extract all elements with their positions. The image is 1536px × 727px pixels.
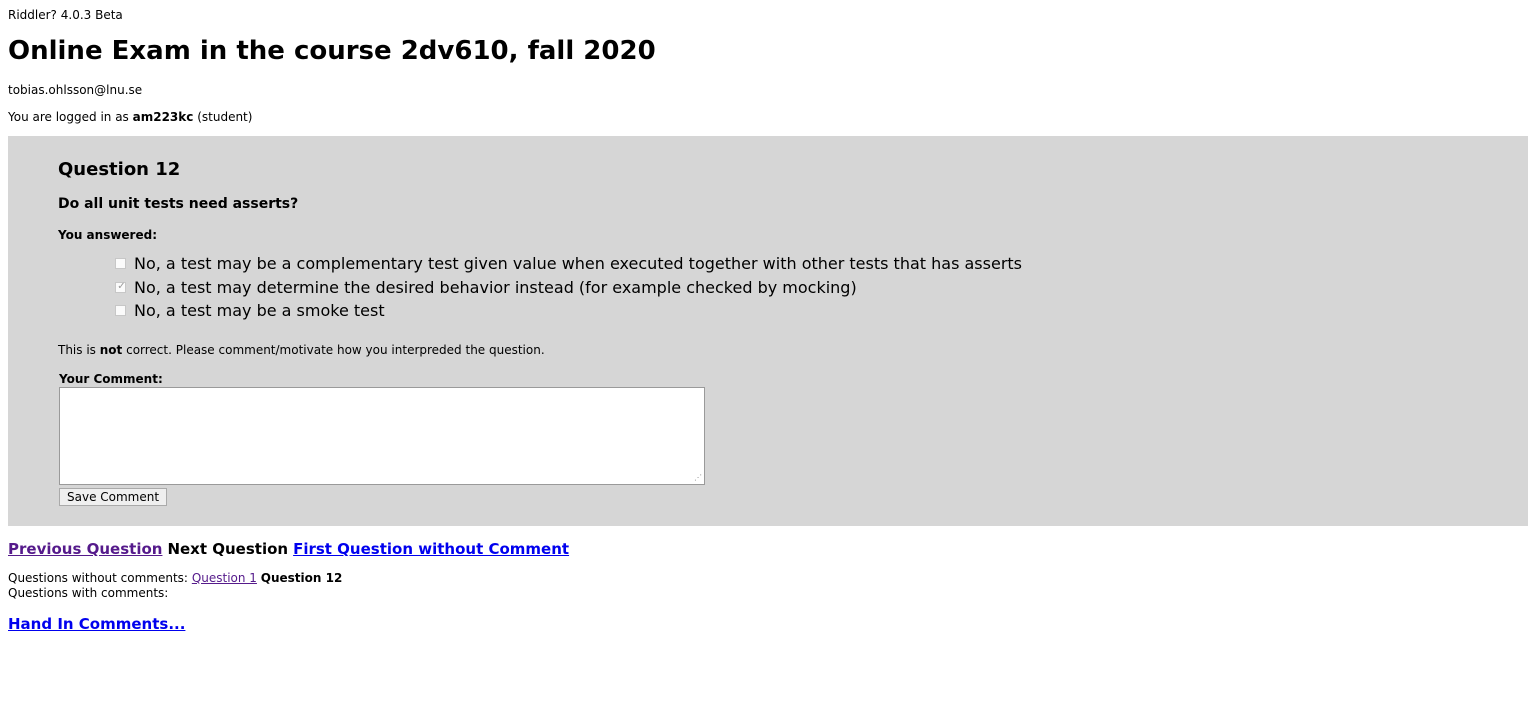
checkmark-icon: ✓ [117, 280, 126, 292]
answer-checkbox [115, 305, 126, 317]
app-version: Riddler? 4.0.3 Beta [8, 8, 123, 22]
comment-label: Your Comment: [59, 372, 163, 386]
without-comments-label: Questions without comments: [8, 571, 188, 585]
login-status: You are logged in as am223kc (student) [8, 110, 252, 124]
feedback-suffix: correct. Please comment/motivate how you… [122, 343, 545, 357]
answered-label: You answered: [58, 228, 158, 242]
previous-question-link[interactable]: Previous Question [8, 540, 162, 558]
answer-options: No, a test may be a complementary test g… [115, 252, 1022, 323]
answer-option: ✓ No, a test may determine the desired b… [115, 276, 1022, 300]
answer-option-label: No, a test may be a smoke test [134, 301, 385, 321]
answer-option-label: No, a test may be a complementary test g… [134, 254, 1022, 274]
comments-status: Questions without comments: Question 1 Q… [8, 571, 342, 601]
login-prefix: You are logged in as [8, 110, 133, 124]
current-question-label: Question 12 [260, 571, 343, 585]
instructor-email: tobias.ohlsson@lnu.se [8, 83, 143, 97]
answer-feedback: This is not correct. Please comment/moti… [58, 343, 545, 357]
hand-in: Hand In Comments... [8, 615, 185, 633]
answer-option: No, a test may be a smoke test [115, 299, 1022, 323]
next-question-label: Next Question [167, 540, 289, 558]
answer-checkbox: ✓ [115, 280, 126, 293]
comment-field[interactable] [59, 387, 705, 485]
username: am223kc [132, 110, 194, 124]
questions-without-comments: Questions without comments: Question 1 Q… [8, 571, 342, 586]
question-title: Question 12 [58, 159, 181, 180]
answer-option-label: No, a test may determine the desired beh… [134, 277, 857, 297]
hand-in-comments-link[interactable]: Hand In Comments... [8, 615, 185, 633]
question-text: Do all unit tests need asserts? [58, 196, 299, 212]
resize-grip-icon[interactable]: ⋰ [694, 473, 703, 482]
feedback-emphasis: not [99, 343, 123, 357]
save-comment-button[interactable]: Save Comment [59, 488, 168, 506]
answer-checkbox [115, 258, 126, 270]
first-question-without-comment-link[interactable]: First Question without Comment [293, 540, 569, 558]
question-panel: Question 12 Do all unit tests need asser… [8, 136, 1528, 526]
user-role: (student) [197, 110, 253, 124]
questions-with-comments: Questions with comments: [8, 586, 169, 600]
page-title: Online Exam in the course 2dv610, fall 2… [8, 36, 656, 66]
question-navigation: Previous Question Next Question First Ques… [8, 540, 569, 558]
answer-option: No, a test may be a complementary test g… [115, 252, 1022, 276]
feedback-prefix: This is [58, 343, 100, 357]
question-1-link[interactable]: Question 1 [192, 571, 257, 585]
